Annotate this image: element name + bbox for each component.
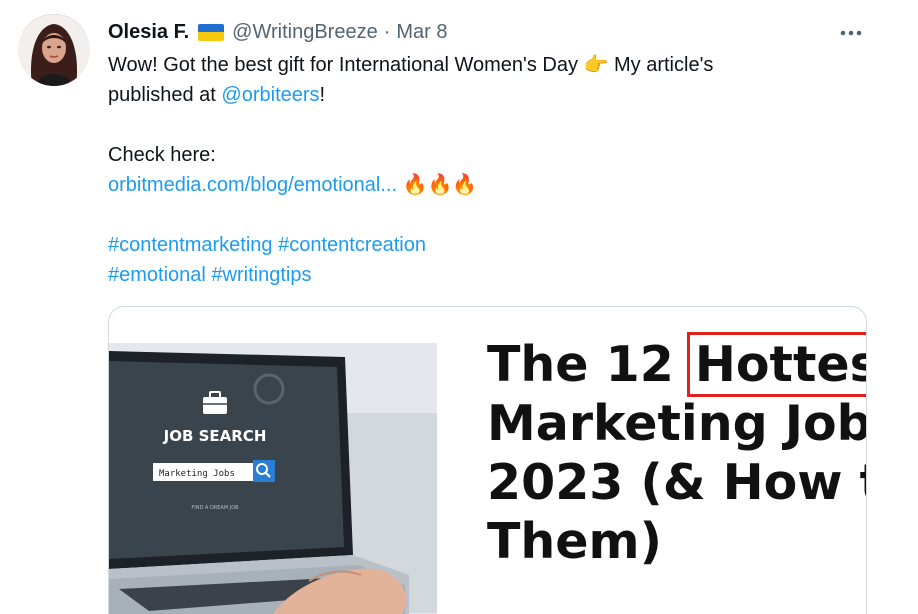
more-horizontal-icon[interactable] [840,18,862,40]
pointing-right-emoji: 👉 [583,54,609,76]
card-image: JOB SEARCH Marketing Jobs FIND A DREAM J… [109,343,437,614]
author-name[interactable]: Olesia F. [108,21,189,44]
hashtags-line-1: #contentmarketing #contentcreation [108,230,888,260]
fire-emoji: 🔥🔥🔥 [402,174,478,196]
tweet-text: Wow! Got the best gift for International… [108,50,888,290]
tweet-date[interactable]: Mar 8 [396,21,447,44]
avatar[interactable] [18,14,90,86]
mention-link[interactable]: @orbiteers [221,84,319,106]
tweet-text-part: Wow! Got the best gift for International… [108,54,578,76]
hashtag-link[interactable]: #contentmarketing [108,234,273,256]
article-url-link[interactable]: orbitmedia.com/blog/emotional... [108,174,397,196]
tweet-line-url: orbitmedia.com/blog/emotional... 🔥🔥🔥 [108,170,888,200]
hashtag-link[interactable]: #writingtips [211,264,311,286]
tweet-line-2: published at @orbiteers! [108,80,888,110]
hashtag-link[interactable]: #contentcreation [278,234,426,256]
tweet-header: Olesia F. @WritingBreeze · Mar 8 [108,18,448,46]
separator-dot: · [383,20,391,43]
card-title-line-2: Marketing Job [487,395,867,452]
hashtags-line-2: #emotional #writingtips [108,260,888,290]
card-image-heading: JOB SEARCH [163,427,267,445]
link-preview-card[interactable]: JOB SEARCH Marketing Jobs FIND A DREAM J… [108,306,867,614]
card-title-line-4: Them) [487,513,662,570]
tweet-text-part: ! [319,84,326,106]
card-title-line-3: 2023 (& How t [487,454,867,511]
card-title-text: The 12 [487,336,691,393]
tweet-text-part: My article's [614,54,714,76]
tweet-line-check: Check here: [108,144,216,166]
card-title-highlight: Hottest [686,332,866,397]
tweet-line-1: Wow! Got the best gift for International… [108,50,888,80]
tweet-text-part: published at [108,84,222,106]
card-image-subtext: FIND A DREAM JOB [191,505,239,511]
card-title: The 12 Hottest Marketing Job 2023 (& How… [487,332,867,571]
ukraine-flag-icon [198,23,225,41]
card-image-search-value: Marketing Jobs [159,469,235,479]
author-handle[interactable]: @WritingBreeze [232,21,378,44]
tweet[interactable]: Olesia F. @WritingBreeze · Mar 8 Wow! Go… [0,0,918,614]
hashtag-link[interactable]: #emotional [108,264,206,286]
